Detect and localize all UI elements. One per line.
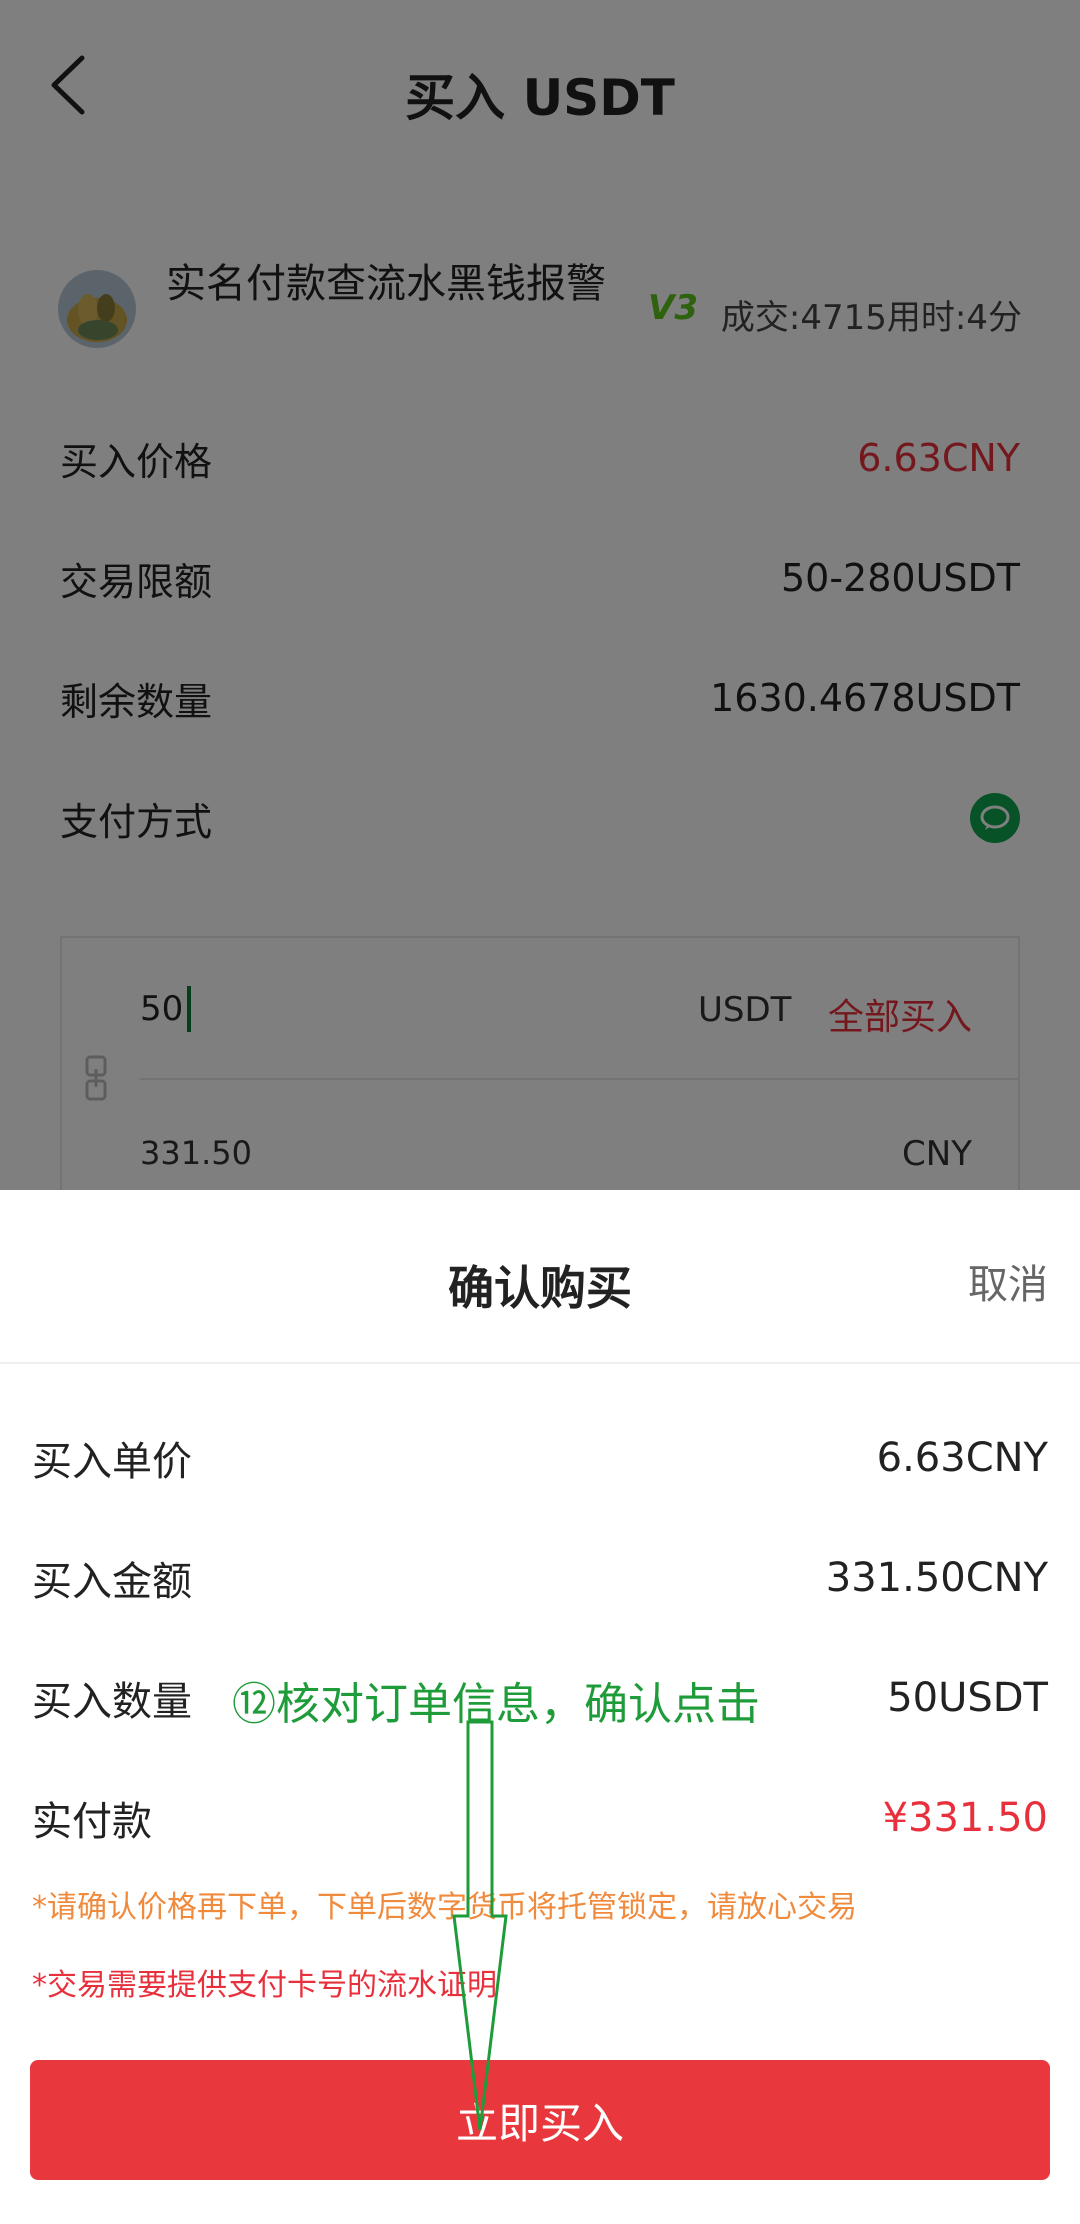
detail-row-pay-total: 实付款 ¥331.50	[32, 1788, 1048, 1848]
sheet-title: 确认购买	[448, 1261, 632, 1315]
detail-label: 买入金额	[32, 1559, 192, 1605]
sheet-header: 确认购买 取消	[0, 1190, 1080, 1364]
detail-value: 6.63CNY	[876, 1435, 1048, 1481]
detail-row-amount: 买入金额 331.50CNY	[32, 1548, 1048, 1608]
modal-overlay[interactable]	[0, 0, 1080, 1190]
detail-value: 331.50CNY	[825, 1555, 1048, 1601]
arrow-down-icon	[452, 1720, 508, 2131]
escrow-notice: *请确认价格再下单，下单后数字货币将托管锁定，请放心交易	[32, 1890, 857, 1925]
detail-label: 买入数量	[32, 1679, 192, 1725]
detail-value: 50USDT	[887, 1675, 1048, 1721]
cancel-button[interactable]: 取消	[968, 1252, 1048, 1310]
statement-notice: *交易需要提供支付卡号的流水证明	[32, 1968, 497, 2003]
detail-label: 买入单价	[32, 1439, 192, 1485]
detail-label: 实付款	[32, 1799, 152, 1845]
buy-usdt-page: 买入 USDT 实名付款查流水黑钱报警 V3 成交:4715用时:4分 买入价格…	[0, 0, 1080, 1190]
buy-now-button[interactable]: 立即买入	[30, 2060, 1050, 2180]
detail-row-unit-price: 买入单价 6.63CNY	[32, 1428, 1048, 1488]
detail-value: ¥331.50	[882, 1795, 1048, 1841]
